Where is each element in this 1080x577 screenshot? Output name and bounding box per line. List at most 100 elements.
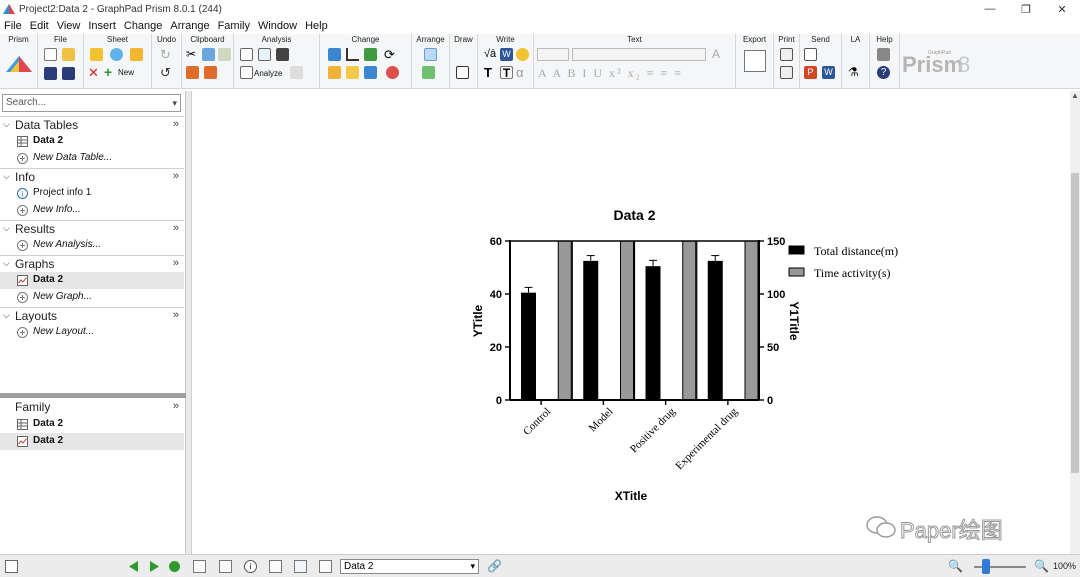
- nav-item[interactable]: New Analysis...: [0, 237, 184, 254]
- analyze-icon[interactable]: [240, 66, 253, 79]
- chevron-down-icon[interactable]: ⌵: [3, 223, 10, 234]
- y-axis-title[interactable]: YTitle: [471, 304, 485, 337]
- data-table-view-icon[interactable]: [193, 560, 206, 573]
- print-preview-icon[interactable]: [780, 66, 793, 79]
- text-box-icon[interactable]: T: [500, 66, 513, 80]
- delete-sheet-icon[interactable]: ✕: [88, 66, 101, 79]
- open-folder-icon[interactable]: [62, 48, 75, 61]
- nav-item[interactable]: New Data Table...: [0, 150, 184, 167]
- bar-time-activity[interactable]: [744, 240, 759, 401]
- x-tick-label[interactable]: Positive drug: [628, 405, 678, 455]
- nav-section-info[interactable]: ⌵ Info »: [0, 168, 184, 185]
- paste-icon[interactable]: [186, 66, 199, 79]
- wand-icon[interactable]: [130, 48, 143, 61]
- new-file-icon[interactable]: [44, 48, 57, 61]
- font-size-select[interactable]: [537, 48, 569, 61]
- go-to-sheet-icon[interactable]: [168, 560, 181, 573]
- sheet-selector[interactable]: Data 2 ▾: [340, 559, 479, 574]
- powerpoint-icon[interactable]: P: [804, 66, 817, 79]
- results-icon[interactable]: [290, 66, 303, 79]
- menu-help[interactable]: Help: [305, 20, 328, 32]
- draw-shape-icon[interactable]: [456, 66, 469, 79]
- copy-icon[interactable]: [202, 48, 215, 61]
- chevron-down-icon[interactable]: ⌵: [3, 119, 10, 130]
- lab-archive-icon[interactable]: ⚗: [848, 66, 861, 79]
- nav-item[interactable]: New Layout...: [0, 324, 184, 341]
- word-icon[interactable]: W: [500, 48, 513, 61]
- scrollbar-thumb[interactable]: [1071, 173, 1079, 473]
- menu-file[interactable]: File: [4, 20, 22, 32]
- family-item[interactable]: Data 2: [0, 433, 184, 450]
- help-icon[interactable]: ?: [877, 66, 890, 79]
- highlight-icon[interactable]: [90, 48, 103, 61]
- bar-chart[interactable]: Data 2 Control Model Positive drugExperimen…: [193, 91, 1070, 554]
- menu-change[interactable]: Change: [124, 20, 163, 32]
- nav-section-layouts[interactable]: ⌵ Layouts »: [0, 307, 184, 324]
- text-format-buttons[interactable]: A A B I U x² x₂ ≡ ≡ ≡: [538, 66, 683, 81]
- new-sheet-button[interactable]: New: [118, 68, 134, 77]
- axis-icon[interactable]: [346, 48, 359, 61]
- family-header[interactable]: Family »: [0, 399, 184, 416]
- greek-alpha-icon[interactable]: α: [516, 66, 529, 79]
- family-item[interactable]: Data 2: [0, 416, 184, 433]
- canvas-scrollbar[interactable]: ▲: [1070, 91, 1080, 554]
- new-sheet-plus-icon[interactable]: +: [104, 65, 117, 79]
- expand-arrows-icon[interactable]: »: [173, 170, 179, 182]
- graph-type-icon[interactable]: [328, 48, 341, 61]
- font-color-icon[interactable]: A: [712, 48, 725, 61]
- y2-axis-title[interactable]: Y1Title: [787, 301, 801, 340]
- redo-icon[interactable]: ↻: [160, 48, 173, 61]
- arrange-order-icon[interactable]: [422, 66, 435, 79]
- chevron-down-icon[interactable]: ⌵: [3, 310, 10, 321]
- rotate-icon[interactable]: ⟳: [384, 48, 397, 61]
- prism-logo-icon[interactable]: [6, 56, 32, 72]
- y2-tick-label[interactable]: 50: [767, 342, 779, 354]
- graph-view-icon[interactable]: [294, 560, 307, 573]
- menu-view[interactable]: View: [57, 20, 81, 32]
- bar-total-distance[interactable]: [521, 292, 536, 400]
- zoom-out-icon[interactable]: 🔍: [948, 560, 963, 573]
- paste-link-icon[interactable]: [204, 66, 217, 79]
- zoom-in-icon[interactable]: 🔍: [1034, 560, 1049, 573]
- bar-time-activity[interactable]: [620, 240, 634, 401]
- info-view-icon[interactable]: i: [244, 560, 257, 573]
- cut-icon[interactable]: ✂: [186, 48, 199, 61]
- menu-edit[interactable]: Edit: [30, 20, 49, 32]
- menu-insert[interactable]: Insert: [88, 20, 116, 32]
- navigator-search[interactable]: Search... ▾: [2, 94, 181, 112]
- x-tick-label[interactable]: Control: [521, 406, 553, 438]
- bar-total-distance[interactable]: [645, 266, 661, 400]
- legend-label[interactable]: Total distance(m): [814, 244, 898, 258]
- chevron-down-icon[interactable]: ▾: [172, 95, 177, 111]
- y2-tick-label[interactable]: 0: [767, 395, 773, 407]
- expand-arrows-icon[interactable]: »: [173, 400, 179, 412]
- undo-icon[interactable]: ↺: [160, 66, 173, 79]
- expand-arrows-icon[interactable]: »: [173, 257, 179, 269]
- restore-button[interactable]: ❐: [1008, 0, 1044, 18]
- previous-sheet-icon[interactable]: [127, 560, 140, 573]
- menu-arrange[interactable]: Arrange: [170, 20, 209, 32]
- layout-view-icon[interactable]: [319, 560, 332, 573]
- y-tick-label[interactable]: 20: [490, 342, 502, 354]
- word-send-icon[interactable]: W: [822, 66, 835, 79]
- color-scheme-icon[interactable]: [328, 66, 341, 79]
- analyze-button[interactable]: Analyze: [254, 69, 282, 78]
- table-view-icon[interactable]: [219, 560, 232, 573]
- palette-icon[interactable]: [386, 66, 399, 79]
- format-graph-icon[interactable]: [364, 48, 377, 61]
- chart-title[interactable]: Data 2: [613, 207, 655, 223]
- y2-tick-label[interactable]: 100: [767, 289, 785, 301]
- expand-arrows-icon[interactable]: »: [173, 222, 179, 234]
- sheet-list-icon[interactable]: [5, 560, 18, 573]
- bar-total-distance[interactable]: [583, 260, 599, 400]
- expand-arrows-icon[interactable]: »: [173, 118, 179, 130]
- zoom-slider-thumb[interactable]: [982, 559, 990, 574]
- chevron-down-icon[interactable]: ⌵: [3, 171, 10, 182]
- export-icon[interactable]: [744, 50, 766, 72]
- menu-window[interactable]: Window: [258, 20, 297, 32]
- align-icon[interactable]: [424, 48, 437, 61]
- bar-time-activity[interactable]: [682, 240, 697, 401]
- x-tick-label[interactable]: Experimental drug: [673, 405, 740, 472]
- nav-item[interactable]: Data 2: [0, 133, 184, 150]
- resize-icon[interactable]: [364, 66, 377, 79]
